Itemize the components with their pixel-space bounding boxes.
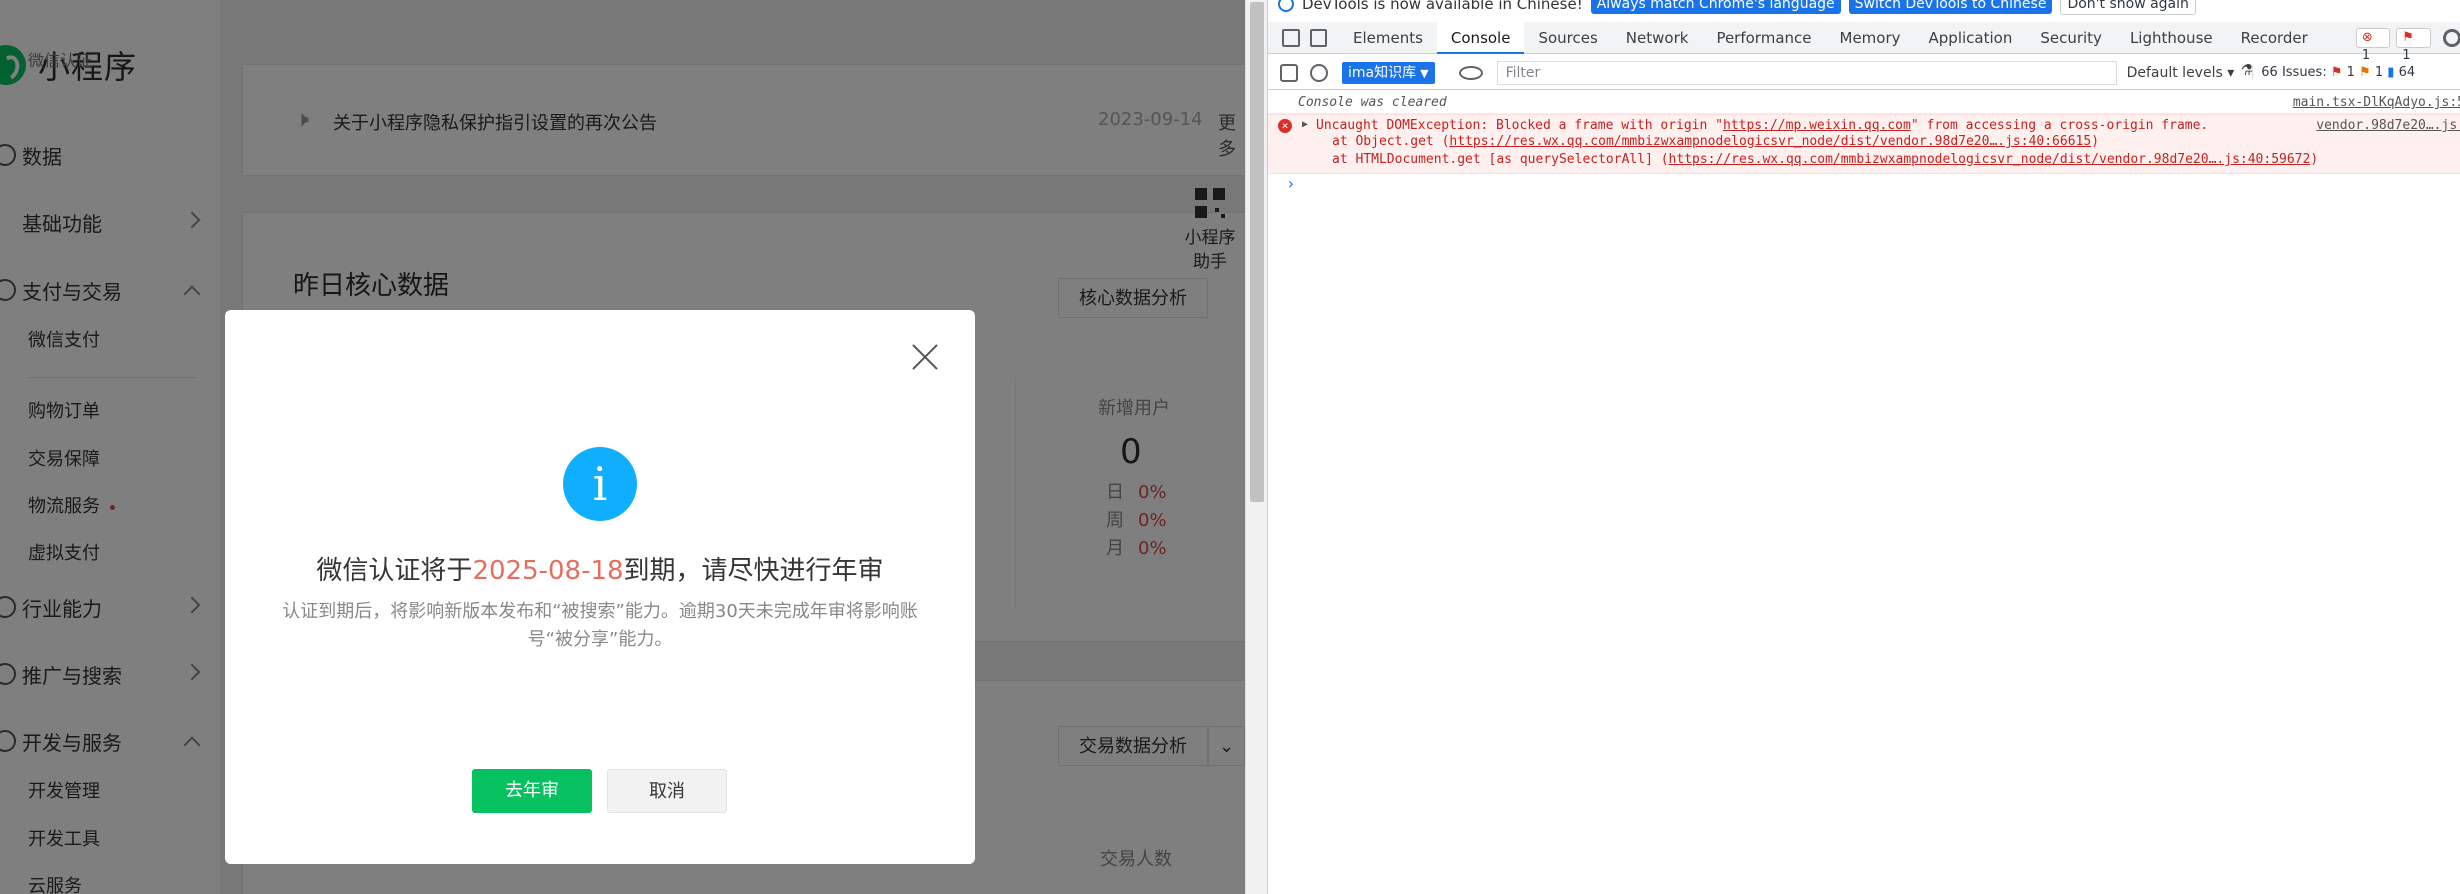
console-toolbar: ima知识库 ▼ Filter Default levels ▾ 66 Issue…	[1268, 56, 2460, 90]
tab-application[interactable]: Application	[1915, 22, 2027, 54]
dialog-heading: 微信认证将于2025-08-18到期，请尽快进行年审	[225, 550, 975, 587]
issues-warning-count: 1	[2374, 65, 2384, 80]
caret-down-icon: ▼	[1420, 66, 1429, 80]
mini-program-admin-page: 小程序 微信认证 数据 基础功能 支付与交易 微信支付 购物订单 交易保障 物流…	[0, 0, 1245, 894]
devtools-tabbar: Elements Console Sources Network Perform…	[1268, 21, 2460, 79]
issues-info-count: 64	[2398, 65, 2416, 80]
issue-info-icon: ▮	[2387, 65, 2395, 80]
stack-text: at Object.get (	[1332, 134, 1450, 149]
error-icon: ×	[1278, 119, 1292, 133]
dialog-description: 认证到期后，将影响新版本发布和“被搜索”能力。逾期30天未完成年审将影响账号“被…	[282, 601, 918, 650]
console-error-entry[interactable]: × ▶ Uncaught DOMException: Blocked a fra…	[1268, 114, 2460, 174]
stack-text: at HTMLDocument.get [as querySelectorAll…	[1332, 152, 1669, 167]
context-selector[interactable]: ima知识库 ▼	[1342, 61, 1435, 84]
error-source-link[interactable]: vendor.98d7e20….js:	[2316, 118, 2460, 133]
settings-gear-icon[interactable]	[2443, 28, 2460, 47]
console-output: Console was cleared main.tsx-DlKqAdyo.js…	[1268, 92, 2460, 196]
issues-label: 66 Issues:	[2261, 65, 2327, 80]
tab-recorder[interactable]: Recorder ⚗	[2227, 22, 2338, 79]
tab-security[interactable]: Security	[2026, 22, 2116, 54]
error-text: " from accessing a cross-origin frame.	[1910, 118, 2209, 133]
inspect-element-icon[interactable]	[1282, 28, 1300, 47]
console-filter-input[interactable]: Filter	[1496, 60, 2117, 85]
tab-performance[interactable]: Performance	[1702, 22, 1825, 54]
device-toolbar-icon[interactable]	[1309, 28, 1328, 47]
dont-show-again-button[interactable]: Don't show again	[2060, 0, 2196, 15]
tab-lighthouse[interactable]: Lighthouse	[2116, 22, 2227, 54]
close-icon[interactable]	[908, 340, 942, 374]
issue-error-icon: ⚑	[2330, 65, 2343, 80]
console-cleared-message: Console was cleared main.tsx-DlKqAdyo.js…	[1268, 92, 2460, 114]
sidebar-toggle-icon[interactable]	[1280, 63, 1298, 82]
annual-review-dialog: i 微信认证将于2025-08-18到期，请尽快进行年审 认证到期后，将影响新版…	[225, 310, 975, 864]
tab-console[interactable]: Console	[1436, 21, 1525, 54]
go-annual-review-button[interactable]: 去年审	[472, 769, 592, 813]
error-text: Uncaught DOMException: Blocked a frame w…	[1316, 118, 1723, 133]
tab-elements[interactable]: Elements	[1339, 22, 1437, 54]
switch-to-chinese-button[interactable]: Switch DevTools to Chinese	[1848, 0, 2053, 14]
devtools-language-infobar: DevTools is now available in Chinese! Al…	[1268, 0, 2460, 16]
page-scrollbar[interactable]	[1245, 0, 1267, 894]
issues-error-count: 1	[2346, 65, 2355, 80]
stack-text: )	[2091, 134, 2100, 149]
origin-link[interactable]: https://mp.weixin.qq.com	[1723, 118, 1911, 133]
tab-sources[interactable]: Sources	[1524, 22, 1611, 54]
match-language-button[interactable]: Always match Chrome's language	[1590, 0, 1841, 14]
heading-text-pre: 微信认证将于	[316, 556, 473, 586]
info-icon: i	[563, 447, 637, 521]
devtools-panel: DevTools is now available in Chinese! Al…	[1267, 0, 2460, 894]
issue-warning-icon: ⚑	[2359, 65, 2371, 80]
console-cleared-text: Console was cleared	[1298, 95, 1447, 110]
infobar-message: DevTools is now available in Chinese!	[1302, 0, 1583, 13]
levels-label: Default levels	[2126, 64, 2223, 81]
tab-memory[interactable]: Memory	[1826, 22, 1915, 54]
flag-icon: ⚑	[2402, 29, 2414, 45]
warning-count-badge[interactable]: ⚑ 1	[2396, 27, 2432, 63]
heading-text-post: 到期，请尽快进行年审	[623, 556, 884, 586]
context-label: ima知识库	[1348, 64, 1417, 81]
tab-network[interactable]: Network	[1612, 22, 1703, 54]
stack-link[interactable]: https://res.wx.qq.com/mmbizwxampnodelogi…	[1669, 152, 2311, 167]
clear-console-icon[interactable]	[1310, 63, 1328, 82]
issues-counter[interactable]: 66 Issues: ⚑ 1 ⚑ 1 ▮ 64	[2252, 65, 2415, 80]
expand-triangle-icon[interactable]: ▶	[1302, 119, 1308, 130]
console-prompt[interactable]: ›	[1268, 174, 2460, 196]
error-count-badge[interactable]: ⊗ 1	[2355, 27, 2391, 63]
stack-frame: at HTMLDocument.get [as querySelectorAll…	[1332, 151, 2460, 169]
status-badges[interactable]: ⊗ 1 ⚑ 1	[2355, 27, 2432, 63]
scrollbar-thumb[interactable]	[1250, 2, 1264, 502]
expiry-date: 2025-08-18	[472, 556, 624, 586]
error-icon: ⊗	[2361, 29, 2373, 45]
stack-text: )	[2310, 152, 2319, 167]
caret-down-icon: ▾	[2227, 64, 2235, 81]
stack-link[interactable]: https://res.wx.qq.com/mmbizwxampnodelogi…	[1449, 134, 2091, 149]
source-link[interactable]: main.tsx-DlKqAdyo.js:5	[2293, 95, 2460, 110]
log-levels-dropdown[interactable]: Default levels ▾	[2127, 65, 2235, 81]
cancel-button[interactable]: 取消	[607, 769, 727, 813]
stack-frame: at Object.get (https://res.wx.qq.com/mmb…	[1332, 133, 2460, 151]
live-expression-eye-icon[interactable]	[1458, 65, 1483, 80]
error-message: Uncaught DOMException: Blocked a frame w…	[1316, 118, 2460, 133]
info-icon	[1278, 0, 1294, 12]
